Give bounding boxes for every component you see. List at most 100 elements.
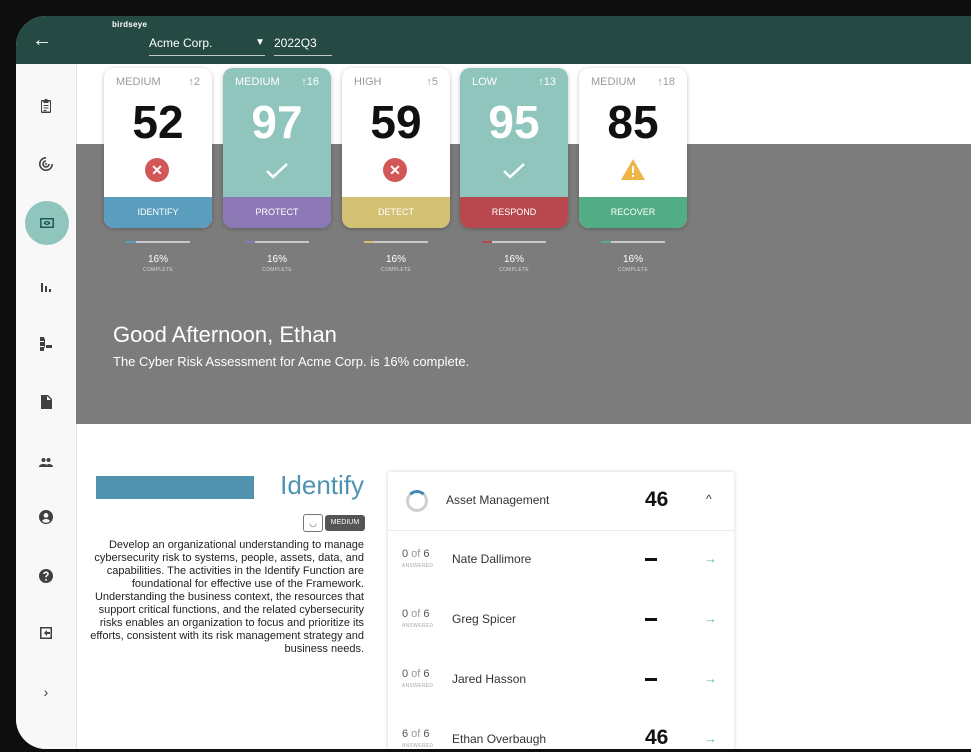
sidebar-item-bar-chart[interactable] — [30, 270, 62, 302]
score-value: 97 — [251, 96, 303, 148]
no-score-dash — [645, 558, 657, 561]
function-label: DETECT — [342, 197, 450, 228]
panel-title: Asset Management — [446, 493, 550, 507]
assessor-score: 46 — [645, 726, 669, 749]
progress-fill — [482, 241, 493, 243]
progress-caption: COMPLETE — [618, 267, 648, 273]
score-card-identify[interactable]: MEDIUM ↑2 52 ✕ IDENTIFY — [104, 68, 212, 228]
assessor-row[interactable]: 0 of 6 ANSWERED Nate Dallimore → — [388, 530, 734, 590]
company-select-value: Acme Corp. — [149, 36, 213, 50]
score-card-detect[interactable]: HIGH ↑5 59 ✕ DETECT — [342, 68, 450, 228]
identify-description: Develop an organizational understanding … — [90, 539, 364, 655]
back-arrow-icon[interactable]: ← — [30, 28, 54, 52]
sidebar-item-people[interactable] — [30, 446, 62, 478]
risk-level: LOW — [472, 76, 498, 88]
arrow-right-icon[interactable]: → — [704, 611, 717, 626]
progress-bar — [601, 241, 665, 243]
progress-percent: 16% — [266, 254, 287, 265]
progress-bar — [245, 241, 309, 243]
assessor-row[interactable]: 0 of 6 ANSWERED Greg Spicer → — [388, 590, 734, 650]
no-score-dash — [645, 618, 657, 621]
answered-total: 6 — [423, 728, 430, 740]
answered-count: 6 of 6 — [402, 728, 430, 740]
risk-level: MEDIUM — [116, 76, 161, 88]
progress-caption: COMPLETE — [262, 267, 292, 273]
assessor-row[interactable]: 6 of 6 ANSWERED Ethan Overbaugh 46 → — [388, 710, 734, 749]
assessor-name: Ethan Overbaugh — [452, 732, 547, 746]
progress-bar — [126, 241, 190, 243]
assessor-name: Jared Hasson — [452, 672, 527, 686]
answered-total: 6 — [423, 608, 430, 620]
caret-down-icon: ▼ — [255, 37, 265, 48]
sidebar-item-hierarchy[interactable] — [30, 328, 62, 360]
status-area: ✕ — [104, 156, 212, 184]
progress-percent: 16% — [147, 254, 168, 265]
check-icon — [460, 156, 568, 189]
sidebar-item-logout[interactable] — [30, 617, 62, 649]
arrow-right-icon[interactable]: → — [704, 731, 717, 746]
trend-indicator: ↑16 — [301, 76, 319, 88]
main-content: MEDIUM ↑2 52 ✕ IDENTIFY 16% COMPLETE MEDIUM ↑16 9… — [76, 64, 971, 749]
score-card-protect[interactable]: MEDIUM ↑16 97 PROTECT — [223, 68, 331, 228]
no-score-dash — [645, 678, 657, 681]
answered-caption: ANSWERED — [402, 563, 434, 569]
progress-fill — [601, 241, 612, 243]
progress-ring-icon — [406, 490, 428, 512]
progress-caption: COMPLETE — [381, 267, 411, 273]
check-icon — [223, 156, 331, 189]
fail-x-icon: ✕ — [145, 158, 169, 182]
arrow-right-icon[interactable]: → — [704, 671, 717, 686]
progress-caption: COMPLETE — [499, 267, 529, 273]
progress-caption: COMPLETE — [143, 267, 173, 273]
score-card-respond[interactable]: LOW ↑13 95 RESPOND — [460, 68, 568, 228]
score-card-recover[interactable]: MEDIUM ↑18 85 RECOVER — [579, 68, 687, 228]
company-select[interactable]: Acme Corp. ▼ — [149, 31, 265, 56]
function-label: IDENTIFY — [104, 197, 212, 228]
status-area — [460, 156, 568, 184]
answered-total: 6 — [423, 548, 430, 560]
status-area: ✕ — [342, 156, 450, 184]
sidebar-item-document[interactable] — [30, 386, 62, 418]
category-panel: Asset Management 46 ^ 0 of 6 ANSWERED Nate… — [388, 472, 734, 749]
risk-level-badge: MEDIUM — [325, 515, 365, 531]
sidebar-item-clipboard[interactable] — [30, 90, 62, 122]
chevron-up-icon[interactable]: ^ — [706, 492, 712, 506]
risk-level: MEDIUM — [591, 76, 636, 88]
answered-total: 6 — [423, 668, 430, 680]
sidebar-item-account[interactable] — [30, 501, 62, 533]
sidebar-item-eye[interactable] — [25, 201, 69, 245]
quarter-select-value: 2022Q3 — [274, 36, 317, 50]
answered-caption: ANSWERED — [402, 683, 434, 689]
trend-indicator: ↑13 — [538, 76, 556, 88]
panel-header[interactable]: Asset Management 46 ^ — [388, 472, 734, 531]
panel-score: 46 — [645, 488, 669, 511]
arrow-right-icon[interactable]: → — [704, 551, 717, 566]
assessor-row[interactable]: 0 of 6 ANSWERED Jared Hasson → — [388, 650, 734, 710]
sidebar-item-chevron-right[interactable]: › — [30, 676, 62, 708]
chevron-right-icon: › — [43, 684, 49, 700]
function-label: RECOVER — [579, 197, 687, 228]
risk-level: HIGH — [354, 76, 382, 88]
logo: Ostrich birdseye — [78, 20, 212, 94]
greeting-subtitle: The Cyber Risk Assessment for Acme Corp.… — [113, 354, 470, 369]
trend-indicator: ↑5 — [426, 76, 438, 88]
trend-indicator: ↑2 — [188, 76, 200, 88]
progress-percent: 16% — [385, 254, 406, 265]
top-bar: ← Ostrich birdseye Acme Corp. ▼ 2022Q3 ▼ — [16, 16, 971, 94]
score-value: 59 — [370, 96, 422, 148]
answered-caption: ANSWERED — [402, 623, 434, 629]
greeting-title: Good Afternoon, Ethan — [113, 322, 337, 347]
progress-fill — [126, 241, 137, 243]
answered-count: 0 of 6 — [402, 668, 430, 680]
progress-percent: 16% — [622, 254, 643, 265]
quarter-select[interactable]: 2022Q3 ▼ — [274, 31, 332, 74]
progress-fill — [364, 241, 375, 243]
answered-caption: ANSWERED — [402, 743, 434, 749]
answered-count: 0 of 6 — [402, 548, 430, 560]
trend-indicator: ↑18 — [657, 76, 675, 88]
answered-count: 0 of 6 — [402, 608, 430, 620]
sidebar-item-radar[interactable] — [30, 148, 62, 180]
sidebar: › — [16, 64, 77, 749]
progress-bar — [364, 241, 428, 243]
sidebar-item-help[interactable] — [30, 560, 62, 592]
